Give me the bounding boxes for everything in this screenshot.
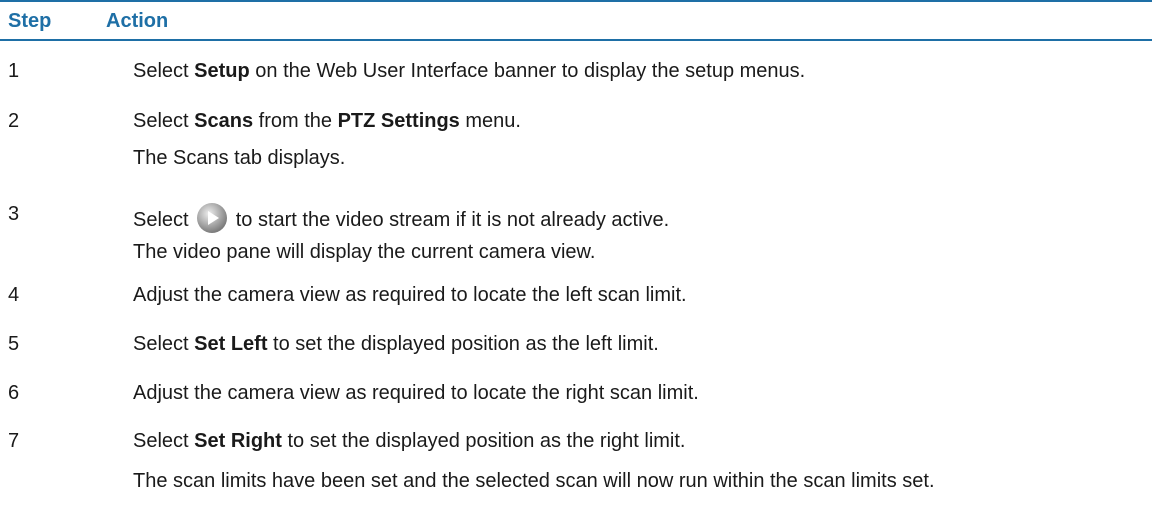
step-action-text: Select Set Left to set the displayed pos…: [133, 333, 659, 355]
ui-term: Set Left: [194, 333, 268, 355]
step-action-text: Select Scans from the PTZ Settings menu.: [133, 110, 521, 132]
step-result-text: The Scans tab displays.: [133, 147, 346, 169]
step-result-text: The video pane will display the current …: [133, 241, 596, 263]
step-number: 3: [8, 203, 20, 225]
procedure-table: Step Action 1 Select Setup on the Web Us…: [0, 0, 1152, 492]
step-number: 4: [8, 284, 20, 306]
step-number: 6: [8, 382, 20, 404]
table-header: Step Action: [0, 0, 1152, 41]
step-action-text: Adjust the camera view as required to lo…: [133, 382, 699, 404]
ui-term: PTZ Settings: [337, 110, 460, 132]
step-result-text: The scan limits have been set and the se…: [133, 470, 935, 492]
step-number: 2: [8, 110, 20, 132]
play-icon: [197, 203, 228, 233]
step-action-text: Adjust the camera view as required to lo…: [133, 284, 687, 306]
step-action-text: Select Set Right to set the displayed po…: [133, 430, 686, 452]
header-action: Action: [106, 10, 169, 32]
ui-term: Scans: [194, 110, 254, 132]
ui-term: Setup: [194, 60, 250, 82]
header-step: Step: [8, 10, 52, 32]
step-number: 5: [8, 333, 20, 355]
step-number: 7: [8, 430, 20, 452]
ui-term: Set Right: [194, 430, 282, 452]
step-number: 1: [8, 60, 20, 82]
step-action-text: Select Setup on the Web User Interface b…: [133, 60, 806, 82]
step-action-text: Select to start the video stream if it i…: [133, 202, 669, 234]
